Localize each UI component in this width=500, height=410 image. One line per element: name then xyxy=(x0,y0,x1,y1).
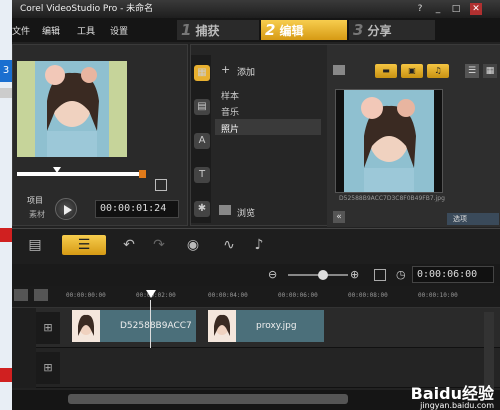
strip-number: 3 xyxy=(0,60,12,82)
trim-marker[interactable] xyxy=(139,170,146,178)
maximize-icon[interactable]: □ xyxy=(450,3,462,15)
horizontal-scrollbar[interactable] xyxy=(68,394,348,404)
strip-badge-2 xyxy=(0,368,12,382)
tab-capture-label: 捕获 xyxy=(195,24,220,38)
watermark-url: jingyan.baidu.com xyxy=(420,401,494,410)
zoom-row: ⊖ ⊕ ◷ 0:00:06:00 xyxy=(12,264,500,286)
library-thumbnail[interactable] xyxy=(335,89,443,193)
storyboard-view-icon[interactable]: ▤ xyxy=(24,235,46,255)
ruler-tick: 00:00:04:00 xyxy=(208,292,248,299)
browse-icon xyxy=(219,205,231,215)
zoom-slider-thumb[interactable] xyxy=(318,270,328,280)
video-track[interactable]: ⊞ D52588B9ACC7 proxy.jpg xyxy=(12,308,500,348)
video-clip[interactable]: proxy.jpg xyxy=(236,310,324,342)
minimize-icon[interactable]: _ xyxy=(432,3,444,15)
menu-settings[interactable]: 设置 xyxy=(110,24,128,37)
undo-icon[interactable]: ↶ xyxy=(118,235,140,255)
add-button[interactable]: 添加 xyxy=(237,65,255,78)
timecode-display[interactable]: 00:00:01:24 xyxy=(95,200,179,218)
help-icon[interactable]: ? xyxy=(414,3,426,15)
ruler-tick: 00:00:06:00 xyxy=(278,292,318,299)
folder-icon[interactable] xyxy=(333,65,345,75)
tab-share[interactable]: 3 分享 xyxy=(349,20,435,40)
title-ab-icon[interactable]: A xyxy=(194,133,210,149)
track-manager-icon[interactable] xyxy=(14,289,28,301)
filter-icon[interactable]: ✱ xyxy=(194,201,210,217)
project-label[interactable]: 项目 xyxy=(27,195,43,206)
show-video-button[interactable]: ▬ xyxy=(375,64,397,78)
project-duration[interactable]: 0:00:06:00 xyxy=(412,266,494,283)
menu-tools[interactable]: 工具 xyxy=(77,24,95,37)
tab-edit-label: 编辑 xyxy=(279,24,304,38)
track-header xyxy=(12,348,36,388)
options-label: 选项 xyxy=(453,215,467,223)
tab-edit[interactable]: 2 编辑 xyxy=(261,20,347,40)
record-capture-icon[interactable]: ◉ xyxy=(182,235,204,255)
title-bar: Corel VideoStudio Pro - 未命名 ? _ □ ✕ xyxy=(12,0,500,18)
ruler-tick: 00:00:10:00 xyxy=(418,292,458,299)
show-audio-button[interactable]: ♫ xyxy=(427,64,449,78)
playhead-handle[interactable] xyxy=(146,290,156,298)
track-header xyxy=(12,308,36,348)
fit-project-icon[interactable] xyxy=(374,269,386,281)
strip-close-icon[interactable] xyxy=(0,88,12,98)
window-title: Corel VideoStudio Pro - 未命名 xyxy=(20,4,154,14)
thumbnail-caption: D52588B9ACC7D3C8F0B49FB7.jpg xyxy=(339,195,445,202)
timeline-toolbar: ▤ ☰ ↶ ↷ ◉ ∿ ♪ xyxy=(12,228,500,264)
tab-share-label: 分享 xyxy=(367,24,392,38)
collapse-left-icon[interactable]: « xyxy=(333,211,345,223)
browse-button[interactable]: 浏览 xyxy=(237,206,255,219)
clip-label[interactable]: 素材 xyxy=(29,209,45,220)
clip-thumbnail xyxy=(208,310,236,342)
tab-share-number: 3 xyxy=(353,21,364,39)
preview-image xyxy=(17,61,127,157)
close-icon[interactable]: ✕ xyxy=(470,3,482,15)
zoom-out-icon[interactable]: ⊖ xyxy=(268,268,277,281)
plus-icon[interactable]: + xyxy=(221,63,230,76)
zoom-in-icon[interactable]: ⊕ xyxy=(350,268,359,281)
library-item-music[interactable]: 音乐 xyxy=(221,105,239,118)
menu-bar: 文件 编辑 工具 设置 1 捕获 2 编辑 3 分享 xyxy=(12,18,500,42)
auto-music-icon[interactable]: ♪ xyxy=(248,235,270,255)
list-view-icon[interactable]: ☰ xyxy=(465,64,479,78)
thumbnail-view-icon[interactable]: ▦ xyxy=(483,64,497,78)
scrub-bar[interactable] xyxy=(17,172,143,176)
tab-edit-number: 2 xyxy=(265,21,276,39)
library-item-photos[interactable]: 照片 xyxy=(221,122,239,135)
timeline-view-icon[interactable]: ☰ xyxy=(62,235,106,255)
app-window: Corel VideoStudio Pro - 未命名 ? _ □ ✕ 文件 编… xyxy=(12,0,500,410)
library-panel: ▦ ▤ A T ✱ + 添加 样本 音乐 照片 浏览 ▬ ▣ ♫ ☰ ▦ D52… xyxy=(190,44,500,227)
chapter-icon[interactable] xyxy=(34,289,48,301)
browser-side-strip: 3 xyxy=(0,0,12,410)
media-icon[interactable]: ▦ xyxy=(194,65,210,81)
sound-mixer-icon[interactable]: ∿ xyxy=(218,235,240,255)
ruler-tick: 00:00:08:00 xyxy=(348,292,388,299)
transition-icon[interactable]: ▤ xyxy=(194,99,210,115)
text-icon[interactable]: T xyxy=(194,167,210,183)
ruler-tick: 00:00:00:00 xyxy=(66,292,106,299)
strip-badge xyxy=(0,228,12,242)
tab-capture-number: 1 xyxy=(181,21,192,39)
library-icon-column: ▦ ▤ A T ✱ xyxy=(191,55,211,223)
tab-capture[interactable]: 1 捕获 xyxy=(177,20,259,40)
library-item-samples[interactable]: 样本 xyxy=(221,89,239,102)
clip-thumbnail xyxy=(72,310,100,342)
enlarge-icon[interactable] xyxy=(155,179,167,191)
show-photo-button[interactable]: ▣ xyxy=(401,64,423,78)
video-track-icon[interactable]: ⊞ xyxy=(36,312,60,344)
timeline-ruler[interactable]: 00:00:00:00 00:00:02:00 00:00:04:00 00:0… xyxy=(12,286,500,308)
video-clip[interactable]: D52588B9ACC7 xyxy=(100,310,196,342)
play-button[interactable] xyxy=(55,198,77,220)
overlay-track-icon[interactable]: ⊞ xyxy=(36,352,60,384)
preview-panel: 项目 素材 00:00:01:24 xyxy=(12,44,188,226)
menu-file[interactable]: 文件 xyxy=(12,24,30,37)
redo-icon[interactable]: ↷ xyxy=(148,235,170,255)
clock-icon: ◷ xyxy=(396,268,406,281)
menu-edit[interactable]: 编辑 xyxy=(42,24,60,37)
options-button[interactable]: 选项 xyxy=(447,213,499,225)
